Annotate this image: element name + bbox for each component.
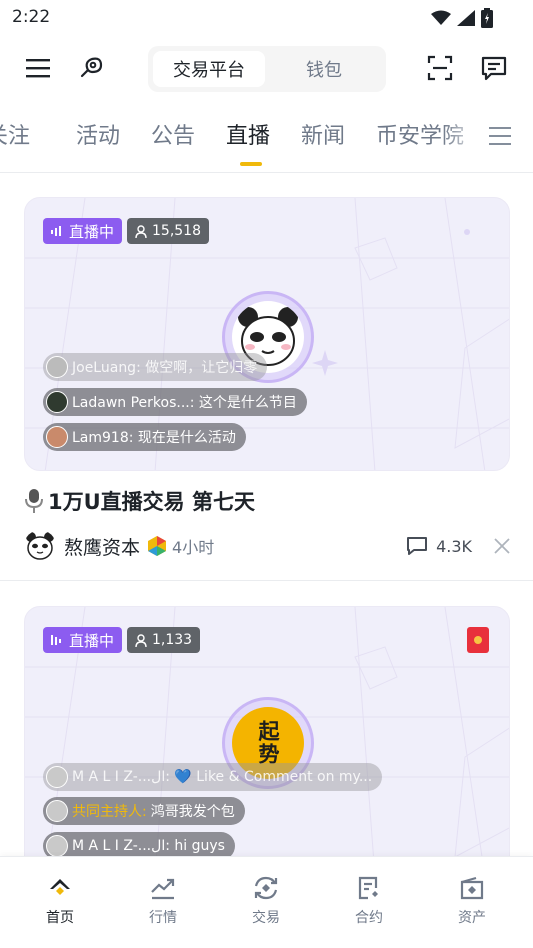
tab-follow[interactable]: 关注 bbox=[0, 118, 30, 150]
live-badge: 直播中 bbox=[43, 627, 123, 653]
chat-message: Lam918: 现在是什么活动 bbox=[43, 423, 246, 451]
tabs-menu-icon[interactable] bbox=[489, 126, 511, 150]
nav-markets[interactable]: 行情 bbox=[128, 875, 198, 927]
author-avatar[interactable] bbox=[24, 530, 56, 562]
nav-trade[interactable]: 交易 bbox=[231, 875, 301, 927]
verified-badge-icon bbox=[148, 536, 167, 556]
status-bar: 2:22 bbox=[0, 0, 533, 36]
chat-avatar bbox=[46, 835, 68, 857]
live-badge: 直播中 bbox=[43, 218, 123, 244]
tabs-fade bbox=[443, 104, 483, 166]
post-actions: 4.3K bbox=[406, 530, 510, 562]
host-avatar-text: 起势 bbox=[256, 720, 281, 766]
author-name[interactable]: 熬鹰资本 bbox=[64, 533, 140, 560]
feed-tabs: 关注 活动 公告 直播 新闻 币安学院 bbox=[0, 104, 533, 166]
nav-home[interactable]: 首页 bbox=[25, 875, 95, 927]
viewer-count-badge: 1,133 bbox=[127, 627, 201, 653]
chat-text: M A L I Z-...ال: 💙 Like & Comment on my.… bbox=[72, 769, 373, 785]
chat-avatar bbox=[46, 426, 68, 448]
comment-count: 4.3K bbox=[436, 536, 472, 556]
tabs-divider bbox=[0, 172, 533, 173]
live-label: 直播中 bbox=[69, 222, 115, 241]
scan-icon[interactable] bbox=[424, 52, 456, 84]
comment-icon[interactable] bbox=[406, 536, 428, 556]
live-bars-icon bbox=[51, 226, 61, 236]
nav-label: 行情 bbox=[149, 910, 177, 926]
chat-avatar bbox=[46, 766, 68, 788]
battery-icon bbox=[481, 8, 493, 28]
top-bar: 交易平台 钱包 bbox=[0, 44, 533, 92]
futures-icon bbox=[358, 876, 378, 900]
live-stream-card[interactable]: 直播中 1,133 起势 M A L I Z-...ال: 💙 Like & C… bbox=[24, 606, 510, 876]
chat-text: JoeLuang: 做空啊，让它归零 bbox=[72, 360, 258, 376]
tab-activities[interactable]: 活动 bbox=[76, 118, 120, 150]
wallet-icon bbox=[460, 876, 484, 900]
close-icon[interactable] bbox=[494, 538, 510, 554]
co-host-label: 共同主持人: bbox=[72, 804, 147, 820]
viewer-count: 15,518 bbox=[152, 223, 201, 239]
chat-message: JoeLuang: 做空啊，让它归零 bbox=[43, 353, 268, 381]
nav-label: 合约 bbox=[355, 910, 383, 926]
user-icon bbox=[135, 633, 147, 647]
microphone-icon bbox=[25, 489, 43, 513]
nav-futures[interactable]: 合约 bbox=[334, 875, 404, 927]
chat-text: M A L I Z-...ال: hi guys bbox=[72, 838, 225, 854]
chat-message: 共同主持人: 鸿哥我发个包 bbox=[43, 797, 245, 825]
platform-switch: 交易平台 钱包 bbox=[148, 46, 386, 92]
live-bars-icon bbox=[51, 635, 61, 645]
live-label: 直播中 bbox=[69, 631, 115, 650]
nav-label: 交易 bbox=[252, 910, 280, 926]
tab-wallet[interactable]: 钱包 bbox=[268, 51, 380, 87]
chat-text: Ladawn Perkos...: 这个是什么节目 bbox=[72, 395, 297, 411]
tab-exchange[interactable]: 交易平台 bbox=[153, 51, 265, 87]
tab-news[interactable]: 新闻 bbox=[301, 118, 345, 150]
post-divider bbox=[0, 580, 533, 581]
nav-label: 资产 bbox=[458, 910, 486, 926]
signal-icon bbox=[457, 10, 475, 26]
messages-icon[interactable] bbox=[478, 52, 510, 84]
chat-avatar bbox=[46, 800, 68, 822]
tab-announcements[interactable]: 公告 bbox=[151, 118, 195, 150]
trade-icon bbox=[254, 876, 278, 900]
active-tab-indicator bbox=[240, 162, 262, 166]
chat-text: Lam918: 现在是什么活动 bbox=[72, 430, 236, 446]
chat-message: Ladawn Perkos...: 这个是什么节目 bbox=[43, 388, 307, 416]
nav-assets[interactable]: 资产 bbox=[437, 875, 507, 927]
status-time: 2:22 bbox=[12, 7, 51, 27]
chat-avatar bbox=[46, 391, 68, 413]
status-icons bbox=[431, 8, 493, 28]
post-time: 4小时 bbox=[172, 538, 215, 557]
nav-label: 首页 bbox=[46, 910, 74, 926]
wifi-icon bbox=[431, 10, 451, 25]
home-icon bbox=[50, 879, 70, 895]
post-title[interactable]: 1万U直播交易 第七天 bbox=[24, 486, 255, 516]
markets-icon bbox=[151, 878, 175, 900]
post-title-text: 1万U直播交易 第七天 bbox=[48, 490, 255, 514]
user-icon bbox=[135, 224, 147, 238]
viewer-count-badge: 15,518 bbox=[127, 218, 209, 244]
post-meta: 熬鹰资本 4小时 4.3K bbox=[24, 530, 510, 562]
live-stream-card[interactable]: 直播中 15,518 JoeLuang: 做空啊，让它归零 Ladawn Per… bbox=[24, 197, 510, 471]
chat-avatar bbox=[46, 356, 68, 378]
chat-message: M A L I Z-...ال: 💙 Like & Comment on my.… bbox=[43, 763, 383, 791]
customer-service-icon[interactable] bbox=[76, 52, 108, 84]
chat-text: 鸿哥我发个包 bbox=[150, 804, 235, 820]
menu-icon[interactable] bbox=[22, 52, 54, 84]
red-packet-icon[interactable] bbox=[467, 627, 489, 653]
viewer-count: 1,133 bbox=[152, 632, 193, 648]
tab-live[interactable]: 直播 bbox=[226, 118, 270, 150]
bottom-nav: 首页 行情 交易 合约 资产 bbox=[0, 856, 533, 948]
